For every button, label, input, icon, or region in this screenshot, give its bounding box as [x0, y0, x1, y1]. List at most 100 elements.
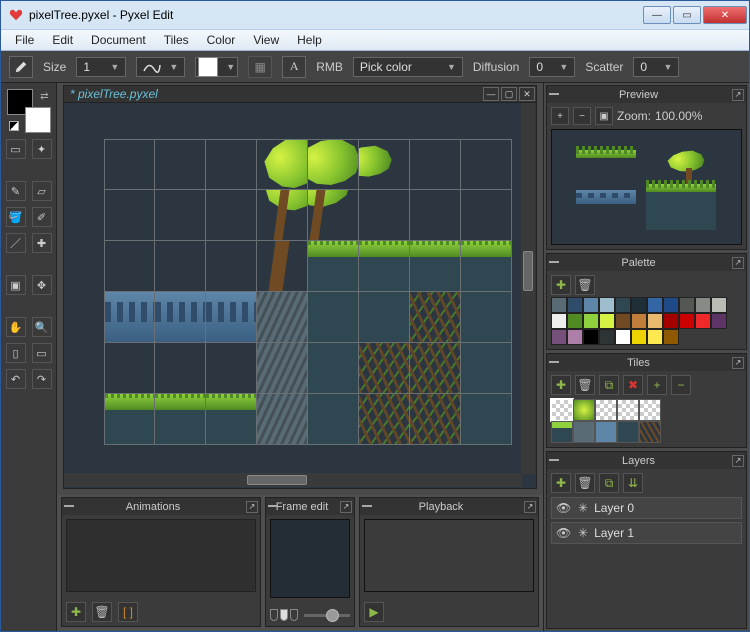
visibility-icon[interactable]: 👁 [556, 526, 572, 540]
delete-tile-button[interactable]: 🗑 [575, 375, 595, 395]
palette-color[interactable] [663, 329, 679, 345]
color-picker[interactable]: ⇄ [7, 89, 51, 133]
palette-color[interactable] [583, 329, 599, 345]
redo-button[interactable]: ↷ [32, 369, 52, 389]
palette-color[interactable] [551, 313, 567, 329]
palette-color[interactable] [599, 313, 615, 329]
palette-color[interactable] [615, 297, 631, 313]
palette-color[interactable] [615, 313, 631, 329]
palette-color[interactable] [583, 313, 599, 329]
panel-collapse-icon[interactable] [268, 505, 278, 507]
palette-color[interactable] [711, 313, 727, 329]
pencil-tool[interactable]: ✎ [6, 181, 26, 201]
background-color[interactable] [25, 107, 51, 133]
palette-color[interactable] [631, 329, 647, 345]
palette-color[interactable] [583, 297, 599, 313]
tile-thumb[interactable] [639, 421, 661, 443]
swap-colors-icon[interactable]: ⇄ [40, 91, 48, 102]
palette-grid[interactable] [547, 297, 746, 349]
palette-color[interactable] [679, 313, 695, 329]
palette-color[interactable] [567, 313, 583, 329]
menu-help[interactable]: Help [289, 31, 330, 49]
tile-thumb[interactable] [595, 421, 617, 443]
menu-file[interactable]: File [7, 31, 42, 49]
panel-popout-icon[interactable]: ↗ [524, 501, 536, 513]
add-animation-button[interactable]: ✚ [66, 602, 86, 622]
diffusion-dropdown[interactable]: 0▼ [529, 57, 575, 77]
clear-tile-button[interactable]: ✖ [623, 375, 643, 395]
palette-color[interactable] [599, 297, 615, 313]
maximize-button[interactable]: ▭ [673, 6, 701, 24]
marquee-tool[interactable]: ▭ [6, 139, 26, 159]
tile-zoom-in-icon[interactable]: + [647, 375, 667, 395]
tile-thumb[interactable] [573, 421, 595, 443]
tile-thumb[interactable] [595, 399, 617, 421]
panel-collapse-icon[interactable] [362, 505, 372, 507]
duplicate-layer-button[interactable]: ⧉ [599, 473, 619, 493]
flip-v-tool[interactable]: ▭ [32, 343, 52, 363]
play-button[interactable]: ▶ [364, 602, 384, 622]
visibility-icon[interactable]: 👁 [556, 501, 572, 515]
menu-edit[interactable]: Edit [44, 31, 81, 49]
minimize-button[interactable]: — [643, 6, 671, 24]
eraser-tool[interactable]: ▱ [32, 181, 52, 201]
palette-color[interactable] [567, 297, 583, 313]
palette-color[interactable] [647, 329, 663, 345]
bucket-tool[interactable]: 🪣 [6, 207, 26, 227]
pen-icon[interactable] [9, 56, 33, 78]
palette-color[interactable] [551, 297, 567, 313]
tile-grid[interactable] [551, 399, 661, 443]
zoom-in-icon[interactable]: + [551, 107, 569, 125]
zoom-fit-icon[interactable]: ▣ [595, 107, 613, 125]
zoom-out-icon[interactable]: − [573, 107, 591, 125]
tile-zoom-out-icon[interactable]: − [671, 375, 691, 395]
palette-color[interactable] [663, 297, 679, 313]
panel-popout-icon[interactable]: ↗ [732, 455, 744, 467]
horizontal-scrollbar[interactable] [64, 473, 522, 487]
canvas[interactable] [104, 139, 512, 445]
menu-view[interactable]: View [245, 31, 287, 49]
titlebar[interactable]: pixelTree.pyxel - Pyxel Edit — ▭ ✕ [1, 1, 749, 29]
hand-tool[interactable]: ✋ [6, 317, 26, 337]
merge-layer-button[interactable]: ⇊ [623, 473, 643, 493]
palette-color[interactable] [711, 297, 727, 313]
frame-canvas[interactable] [270, 519, 350, 598]
panel-popout-icon[interactable]: ↗ [732, 89, 744, 101]
tile-thumb[interactable] [573, 399, 595, 421]
panel-popout-icon[interactable]: ↗ [340, 501, 352, 513]
palette-color[interactable] [599, 329, 615, 345]
tile-thumb[interactable] [551, 421, 573, 443]
scatter-dropdown[interactable]: 0▼ [633, 57, 679, 77]
text-tool-icon[interactable]: A [282, 56, 306, 78]
undo-button[interactable]: ↶ [6, 369, 26, 389]
add-tile-button[interactable]: ✚ [551, 375, 571, 395]
rmb-dropdown[interactable]: Pick color▼ [353, 57, 463, 77]
panel-collapse-icon[interactable] [549, 459, 559, 461]
dither-toggle[interactable]: ▦ [248, 56, 272, 78]
tile-thumb[interactable] [617, 421, 639, 443]
frame-slider[interactable] [304, 608, 350, 622]
palette-color[interactable] [567, 329, 583, 345]
palette-color[interactable] [663, 313, 679, 329]
doc-close-icon[interactable]: ✕ [519, 87, 535, 101]
panel-popout-icon[interactable]: ↗ [732, 257, 744, 269]
panel-collapse-icon[interactable] [549, 261, 559, 263]
palette-color[interactable] [551, 329, 567, 345]
brush-shape-dropdown[interactable]: ▼ [136, 57, 185, 77]
panel-collapse-icon[interactable] [549, 93, 559, 95]
tile-thumb[interactable] [551, 399, 573, 421]
panel-collapse-icon[interactable] [64, 505, 74, 507]
palette-color[interactable] [631, 297, 647, 313]
tile-thumb[interactable] [639, 399, 661, 421]
add-color-button[interactable]: ✚ [551, 275, 571, 295]
panel-collapse-icon[interactable] [549, 361, 559, 363]
panel-popout-icon[interactable]: ↗ [732, 357, 744, 369]
animations-list[interactable] [66, 519, 256, 592]
tile-thumb[interactable] [617, 399, 639, 421]
palette-color[interactable] [679, 297, 695, 313]
line-tool[interactable]: ／ [6, 233, 26, 253]
palette-color[interactable] [695, 313, 711, 329]
palette-color[interactable] [695, 297, 711, 313]
menu-tiles[interactable]: Tiles [156, 31, 197, 49]
palette-color[interactable] [647, 313, 663, 329]
